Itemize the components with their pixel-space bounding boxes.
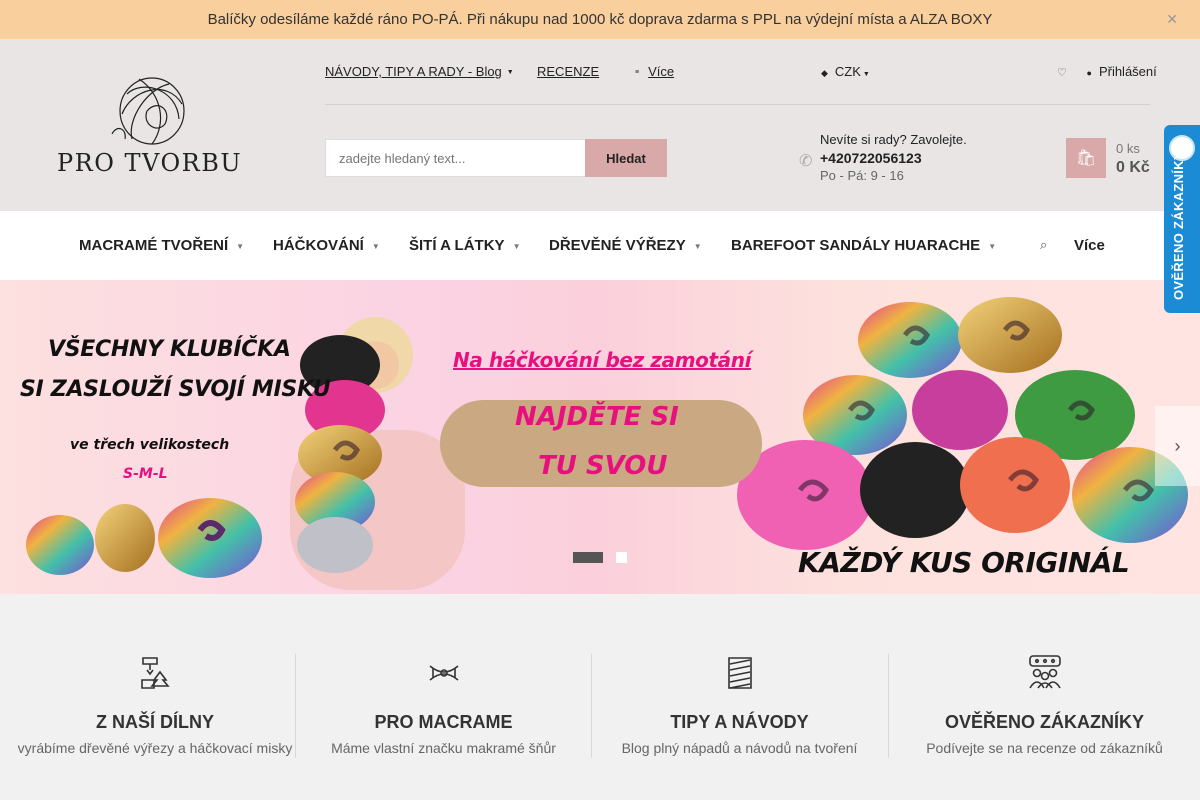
chevron-right-icon: › bbox=[1174, 435, 1181, 456]
logo[interactable]: PRO TVORBU bbox=[52, 69, 252, 189]
cart-total: 0 Kč bbox=[1116, 159, 1150, 176]
banner-footer-text: KAŽDÝ KUS ORIGINÁL bbox=[798, 546, 1130, 579]
nav-item-vyrezy[interactable]: DŘEVĚNÉ VÝŘEZY ▼ bbox=[549, 237, 702, 254]
banner-title: VŠECHNY KLUBÍČKA SI ZASLOUŽÍ SVOJÍ MISKU bbox=[20, 330, 331, 410]
contact-phone[interactable]: +420722056123 bbox=[820, 149, 967, 167]
cart-summary[interactable]: 0 ks 0 Kč bbox=[1116, 139, 1150, 177]
feature-customers[interactable]: OVĚŘENO ZÁKAZNÍKY Podívejte se na recenz… bbox=[888, 654, 1200, 758]
user-icon: ● bbox=[1086, 68, 1092, 78]
feature-macrame[interactable]: PRO MACRAME Máme vlastní značku makramé … bbox=[295, 654, 591, 758]
slider-dot-active[interactable] bbox=[573, 552, 603, 563]
login-label: Přihlášení bbox=[1098, 64, 1157, 79]
contact-hours: Po - Pá: 9 - 16 bbox=[820, 168, 904, 183]
banner-tagline: Na háčkování bez zamotání bbox=[453, 348, 752, 372]
contact-info: Nevíte si rady? Zavolejte. +420722056123… bbox=[820, 131, 967, 185]
workshop-icon bbox=[141, 657, 170, 689]
search-icon[interactable]: ⌕ bbox=[1040, 237, 1047, 253]
yarn-icon bbox=[727, 657, 752, 689]
main-nav: MACRAMÉ TVOŘENÍ ▼ HÁČKOVÁNÍ ▼ ŠITÍ A LÁTKY… bbox=[0, 211, 1200, 280]
verified-badge-label: OVĚŘENO ZÁKAZNÍKY bbox=[1171, 151, 1186, 300]
banner-title-line: VŠECHNY KLUBÍČKA bbox=[48, 337, 291, 362]
nav-more[interactable]: Více bbox=[1074, 237, 1105, 254]
chevron-down-icon: ▼ bbox=[506, 69, 514, 77]
slider-dot[interactable] bbox=[616, 552, 627, 563]
chevron-down-icon: ▼ bbox=[988, 241, 997, 251]
toplink-more-label: Více bbox=[648, 64, 675, 79]
banner-title-line: SI ZASLOUŽÍ SVOJÍ MISKU bbox=[20, 377, 331, 402]
nav-item-label: DŘEVĚNÉ VÝŘEZY bbox=[549, 237, 686, 254]
divider bbox=[325, 104, 1150, 105]
nav-item-hackovani[interactable]: HÁČKOVÁNÍ ▼ bbox=[273, 237, 380, 254]
feature-workshop[interactable]: Z NAŠÍ DÍLNY vyrábíme dřevěné výřezy a h… bbox=[7, 654, 303, 758]
nav-item-siti[interactable]: ŠITÍ A LÁTKY ▼ bbox=[409, 237, 520, 254]
feature-desc: Podívejte se na recenze od zákazníků bbox=[926, 740, 1163, 756]
feature-title: OVĚŘENO ZÁKAZNÍKY bbox=[944, 712, 1144, 732]
customers-icon bbox=[1028, 655, 1061, 689]
banner-subtitle: ve třech velikostech bbox=[70, 437, 230, 453]
banner-cta-line1: NAJDĚTE SI bbox=[515, 402, 679, 432]
chevron-down-icon: ▼ bbox=[236, 241, 245, 251]
banner-cta-line2: TU SVOU bbox=[538, 451, 668, 481]
features-row: Z NAŠÍ DÍLNY vyrábíme dřevěné výřezy a h… bbox=[0, 594, 1200, 800]
nav-item-label: HÁČKOVÁNÍ bbox=[273, 237, 364, 254]
nav-item-barefoot[interactable]: BAREFOOT SANDÁLY HUARACHE ▼ bbox=[731, 237, 996, 254]
nav-item-label: MACRAMÉ TVOŘENÍ bbox=[79, 237, 229, 254]
login-link[interactable]: ● Přihlášení bbox=[1087, 64, 1157, 79]
cart-icon: 🛍 bbox=[1075, 150, 1097, 167]
nav-item-macrame[interactable]: MACRAMÉ TVOŘENÍ ▼ bbox=[79, 237, 244, 254]
chevron-down-icon: ▼ bbox=[693, 241, 702, 251]
feature-title: PRO MACRAME bbox=[374, 712, 513, 732]
chevron-down-icon: ▼ bbox=[371, 241, 380, 251]
phone-icon: ✆ bbox=[799, 153, 813, 170]
contact-question: Nevíte si rady? Zavolejte. bbox=[820, 132, 967, 147]
cart-count: 0 ks bbox=[1116, 141, 1140, 156]
hero-banner[interactable]: VŠECHNY KLUBÍČKA SI ZASLOUŽÍ SVOJÍ MISKU … bbox=[0, 280, 1200, 594]
user-area: ♡ ● Přihlášení bbox=[1057, 64, 1157, 79]
logo-text: PRO TVORBU bbox=[57, 149, 243, 177]
currency-label: CZK bbox=[834, 64, 861, 79]
toplink-blog-label: NÁVODY, TIPY A RADY - Blog bbox=[325, 64, 502, 79]
chevron-down-icon: ▼ bbox=[862, 71, 870, 78]
cart-button[interactable]: 🛍 bbox=[1066, 138, 1106, 178]
banner-sizes: S-M-L bbox=[123, 466, 168, 482]
menu-icon: ≡ bbox=[635, 69, 640, 77]
close-icon[interactable]: ✕ bbox=[1166, 11, 1178, 28]
slider-next-arrow[interactable]: › bbox=[1155, 406, 1200, 486]
site-header: PRO TVORBU NÁVODY, TIPY A RADY - Blog ▼ R… bbox=[0, 39, 1200, 211]
nav-item-label: ŠITÍ A LÁTKY bbox=[409, 237, 505, 254]
feature-desc: Blog plný nápadů a návodů na tvoření bbox=[621, 740, 858, 756]
feature-desc: Máme vlastní značku makramé šňůr bbox=[331, 740, 556, 756]
search-button[interactable]: Hledat bbox=[585, 139, 667, 177]
macrame-icon bbox=[428, 665, 459, 681]
verified-badge[interactable]: OVĚŘENO ZÁKAZNÍKY bbox=[1164, 125, 1200, 313]
nav-item-label: BAREFOOT SANDÁLY HUARACHE bbox=[731, 237, 981, 254]
chevron-down-icon: ▼ bbox=[512, 241, 521, 251]
feature-title: Z NAŠÍ DÍLNY bbox=[95, 712, 214, 732]
wishlist-icon[interactable]: ♡ bbox=[1057, 67, 1067, 79]
feature-tips[interactable]: TIPY A NÁVODY Blog plný nápadů a návodů … bbox=[591, 654, 887, 758]
toplink-reviews[interactable]: RECENZE bbox=[537, 64, 599, 79]
feature-title: TIPY A NÁVODY bbox=[670, 712, 809, 732]
search-input[interactable] bbox=[325, 139, 586, 177]
feature-desc: vyrábíme dřevěné výřezy a háčkovací misk… bbox=[17, 740, 293, 756]
toplink-blog[interactable]: NÁVODY, TIPY A RADY - Blog ▼ bbox=[325, 64, 514, 79]
yarn-ball-logo-icon bbox=[111, 77, 185, 145]
announcement-text: Balíčky odesíláme každé ráno PO-PÁ. Při … bbox=[207, 11, 993, 28]
currency-selector[interactable]: ◆ CZK ▼ bbox=[821, 64, 870, 79]
toplink-more[interactable]: ≡ Více bbox=[635, 64, 674, 79]
coins-icon: ◆ bbox=[821, 68, 828, 78]
announcement-bar: Balíčky odesíláme každé ráno PO-PÁ. Při … bbox=[0, 0, 1200, 39]
